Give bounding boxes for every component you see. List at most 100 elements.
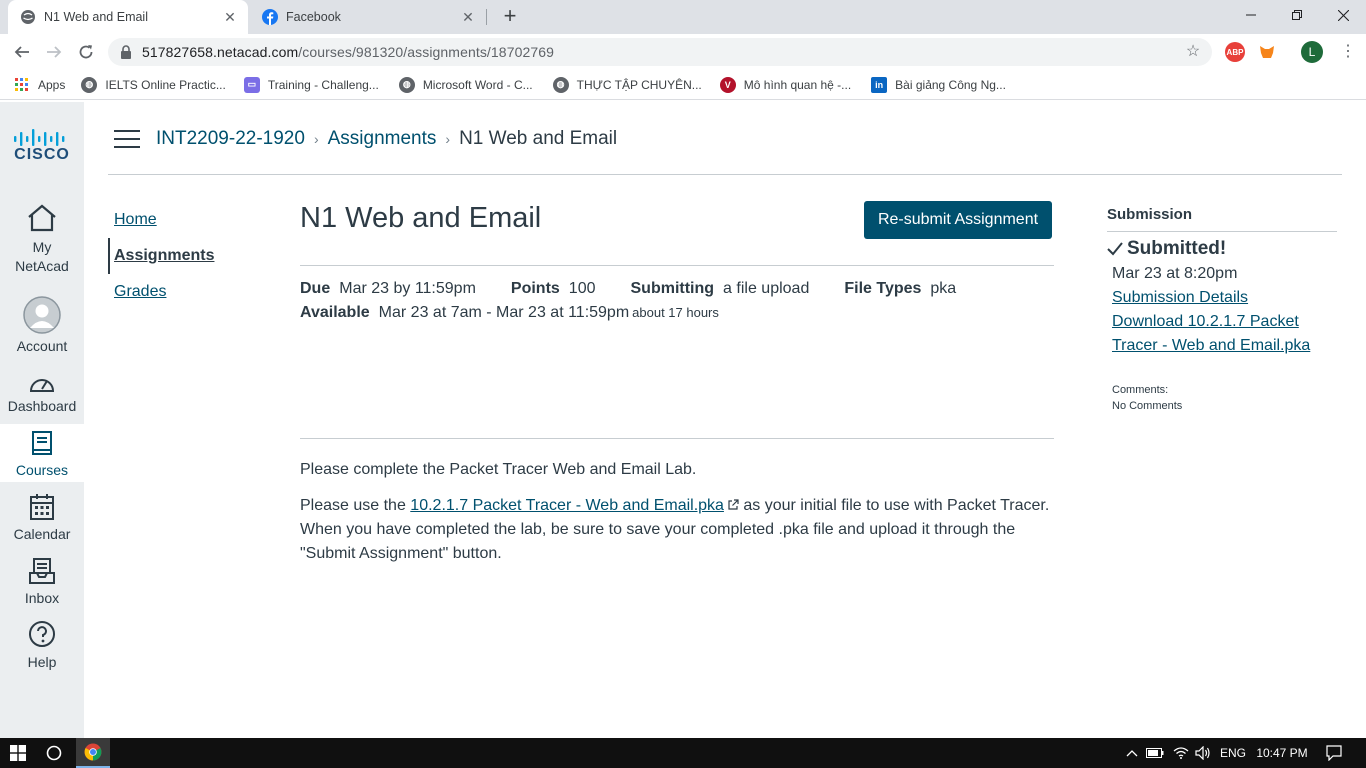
assignment-description: Please complete the Packet Tracer Web an… <box>300 458 1056 578</box>
address-bar[interactable]: 517827658.netacad.com/courses/981320/ass… <box>108 38 1212 66</box>
linkedin-icon: in <box>871 76 888 93</box>
assignment-details: Due Mar 23 by 11:59pm Points 100 Submitt… <box>300 280 956 328</box>
nav-inbox[interactable]: Inbox <box>0 556 84 610</box>
close-icon[interactable]: ✕ <box>460 9 476 25</box>
description-paragraph: Please complete the Packet Tracer Web an… <box>300 461 697 478</box>
arrow-right-icon <box>47 46 62 58</box>
submission-sidebar: Submission Submitted! Mar 23 at 8:20pm S… <box>1107 206 1337 414</box>
battery-icon[interactable] <box>1145 738 1165 768</box>
forward-button[interactable] <box>42 40 66 64</box>
minimize-button[interactable] <box>1228 0 1274 30</box>
star-icon[interactable]: ☆ <box>1184 43 1202 61</box>
submission-status: Submitted! <box>1107 238 1337 260</box>
bookmark-training[interactable]: ▭ Training - Challeng... <box>243 76 379 93</box>
volume-icon[interactable] <box>1193 738 1213 768</box>
language-indicator[interactable]: ENG <box>1216 738 1250 768</box>
course-nav-home[interactable]: Home <box>108 202 258 238</box>
browser-tabstrip: N1 Web and Email ✕ Facebook ✕ + <box>0 0 1366 34</box>
hamburger-line <box>114 146 140 148</box>
bookmark-microsoft-word[interactable]: ◍ Microsoft Word - C... <box>398 76 533 93</box>
pka-file-link[interactable]: 10.2.1.7 Packet Tracer - Web and Email.p… <box>410 497 724 514</box>
reload-button[interactable] <box>74 40 98 64</box>
cisco-logo[interactable]: CISCO <box>8 128 76 164</box>
bookmark-thuc-tap[interactable]: ◍ THỰC TẬP CHUYÊN... <box>552 76 702 93</box>
submission-info: Mar 23 at 8:20pm Submission Details Down… <box>1112 262 1337 358</box>
hamburger-menu-button[interactable] <box>114 130 140 150</box>
nav-calendar[interactable]: Calendar <box>0 492 84 546</box>
bookmark-label: Mô hình quan hệ -... <box>743 77 852 92</box>
metamask-icon[interactable] <box>1257 42 1277 62</box>
points-value: 100 <box>568 280 596 297</box>
training-icon: ▭ <box>243 76 260 93</box>
due-value: Mar 23 by 11:59pm <box>339 280 476 297</box>
bookmark-mo-hinh[interactable]: V Mô hình quan hệ -... <box>719 76 852 93</box>
hamburger-line <box>114 138 140 140</box>
external-link-icon <box>728 499 739 510</box>
more-icon[interactable]: ⋮ <box>1338 42 1358 62</box>
url-path: /courses/981320/assignments/18702769 <box>298 44 555 60</box>
available-label: Available <box>300 304 370 321</box>
wifi-icon[interactable] <box>1171 738 1191 768</box>
profile-avatar[interactable]: L <box>1301 41 1323 63</box>
globe-icon: ◍ <box>552 76 569 93</box>
header-divider <box>108 174 1342 175</box>
notifications-button[interactable] <box>1320 738 1348 768</box>
bookmark-label: Apps <box>38 77 66 92</box>
submission-heading: Submission <box>1107 206 1337 232</box>
chevron-right-icon: › <box>313 131 319 147</box>
download-submission-link[interactable]: Download 10.2.1.7 Packet Tracer - Web an… <box>1112 310 1312 358</box>
breadcrumb: INT2209-22-1920 › Assignments › N1 Web a… <box>156 128 617 150</box>
submission-details-link[interactable]: Submission Details <box>1112 286 1337 310</box>
bookmark-bai-giang[interactable]: in Bài giảng Công Ng... <box>871 76 1006 93</box>
close-icon[interactable]: ✕ <box>222 9 238 25</box>
submission-status-text: Submitted! <box>1127 238 1227 259</box>
tab-facebook[interactable]: Facebook ✕ <box>250 0 486 34</box>
breadcrumb-assignments-link[interactable]: Assignments <box>328 128 437 150</box>
book-icon <box>26 430 58 458</box>
details-divider <box>300 438 1054 439</box>
description-text: Please use the <box>300 497 411 514</box>
submitting-label: Submitting <box>630 280 715 297</box>
page-content: INT2209-22-1920 › Assignments › N1 Web a… <box>84 102 1366 738</box>
breadcrumb-current: N1 Web and Email <box>459 128 618 149</box>
search-button[interactable] <box>38 738 70 768</box>
bookmark-apps[interactable]: Apps <box>14 77 65 93</box>
nav-account[interactable]: Account <box>0 296 84 356</box>
course-nav-assignments[interactable]: Assignments <box>108 238 258 274</box>
adblock-icon[interactable]: ABP <box>1225 42 1245 62</box>
nav-courses[interactable]: Courses <box>0 424 84 482</box>
nav-dashboard[interactable]: Dashboard <box>0 372 84 418</box>
resubmit-assignment-button[interactable]: Re-submit Assignment <box>864 201 1052 239</box>
window-close-button[interactable] <box>1320 0 1366 30</box>
hamburger-line <box>114 130 140 132</box>
bookmark-ielts[interactable]: ◍ IELTS Online Practic... <box>81 76 226 93</box>
bookmark-label: Bài giảng Công Ng... <box>895 77 1006 92</box>
tab-title: N1 Web and Email <box>44 10 148 24</box>
course-nav: Home Assignments Grades <box>108 202 258 310</box>
reload-icon <box>79 45 93 59</box>
breadcrumb-course-link[interactable]: INT2209-22-1920 <box>156 128 305 150</box>
globe-icon <box>20 9 36 25</box>
restore-button[interactable] <box>1274 0 1320 30</box>
clock[interactable]: 10:47 PM <box>1254 738 1310 768</box>
start-button[interactable] <box>0 738 36 768</box>
close-icon <box>1337 9 1349 21</box>
nav-my-netacad[interactable]: My NetAcad <box>0 202 84 288</box>
chevron-up-icon <box>1126 750 1138 757</box>
back-button[interactable] <box>10 40 34 64</box>
submitting-value: a file upload <box>723 280 810 297</box>
details-row-2: Available Mar 23 at 7am - Mar 23 at 11:5… <box>300 304 956 328</box>
tab-title: Facebook <box>286 10 341 24</box>
new-tab-button[interactable]: + <box>498 5 522 29</box>
comments-label: Comments: <box>1112 384 1169 396</box>
nav-label: Calendar <box>13 526 71 542</box>
chrome-taskbar-button[interactable] <box>76 738 110 768</box>
course-nav-grades[interactable]: Grades <box>108 274 258 310</box>
filetypes-value: pka <box>930 280 957 297</box>
nav-help[interactable]: Help <box>0 618 84 674</box>
restore-icon <box>1292 10 1302 20</box>
tab-n1-web-and-email[interactable]: N1 Web and Email ✕ <box>8 0 248 34</box>
show-hidden-icons-button[interactable] <box>1122 738 1142 768</box>
page-title: N1 Web and Email <box>300 202 542 234</box>
filetypes-label: File Types <box>844 280 922 297</box>
